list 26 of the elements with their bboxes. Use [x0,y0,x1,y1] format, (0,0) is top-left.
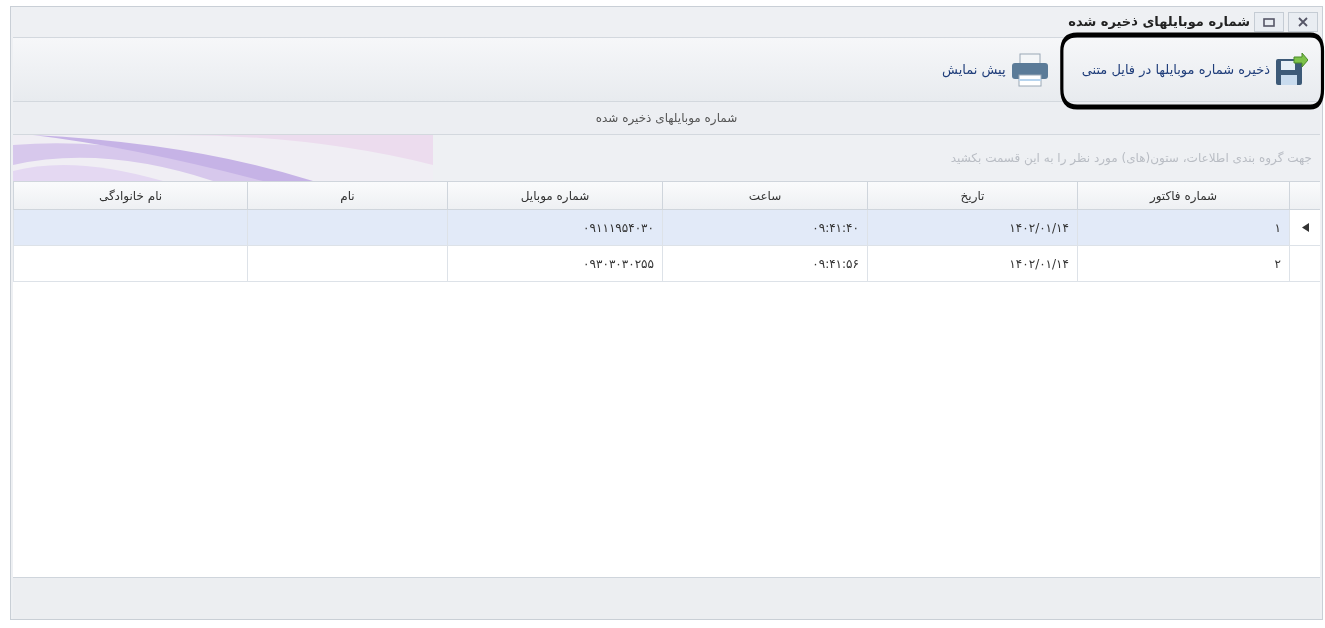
table-cell-text: ۲ [1274,255,1281,273]
close-button[interactable] [1288,12,1318,32]
column-header[interactable]: نام [247,182,447,209]
column-header[interactable]: ساعت [662,182,867,209]
table-row[interactable]: ۱ ۱۴۰۲/۰۱/۱۴ ۰۹:۴۱:۴۰ ۰۹۱۱۱۹۵۴۰۳۰ [13,210,1320,246]
table-cell-text: ۱۴۰۲/۰۱/۱۴ [1009,219,1069,237]
floppy-disk-arrow-icon [1274,52,1308,87]
table-cell-text: ۰۹:۴۱:۴۰ [812,219,859,237]
column-header[interactable]: شماره موبایل [447,182,662,209]
column-header[interactable]: شماره فاکتور [1077,182,1289,209]
grid-caption: شماره موبایلهای ذخیره شده [13,101,1320,135]
row-indicator-icon [1301,223,1309,232]
table-cell-text: ۰۹:۴۱:۵۶ [812,255,859,273]
close-icon [1298,17,1308,27]
table-cell-text: ۱۴۰۲/۰۱/۱۴ [1009,255,1069,273]
table-row[interactable]: ۲ ۱۴۰۲/۰۱/۱۴ ۰۹:۴۱:۵۶ ۰۹۳۰۳۰۳۰۲۵۵ [13,246,1320,282]
maximize-button[interactable] [1254,12,1284,32]
window-title: شماره موبایلهای ذخیره شده [1068,13,1250,32]
print-preview-button[interactable]: پیش نمایش [938,48,1054,91]
table-cell-text: ۰۹۳۰۳۰۳۰۲۵۵ [583,255,654,273]
printer-icon [1009,52,1050,87]
column-header[interactable]: تاریخ [867,182,1077,209]
column-header[interactable]: نام خانوادگی [13,182,247,209]
table-cell-text: ۱ [1274,219,1281,237]
table-cell-text: ۰۹۱۱۱۹۵۴۰۳۰ [583,219,654,237]
maximize-icon [1263,17,1275,27]
